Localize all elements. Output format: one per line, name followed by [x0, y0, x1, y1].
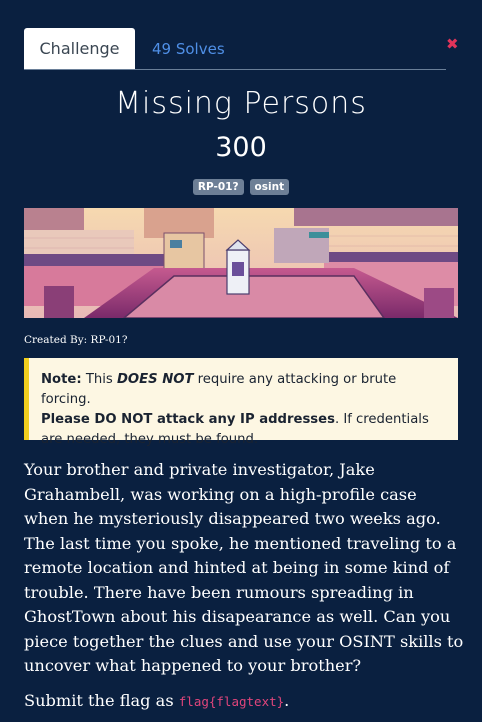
note-emphasis: DOES NOT — [116, 372, 194, 387]
tag-list: RP-01? osint — [0, 179, 482, 195]
close-icon[interactable]: ✖ — [446, 37, 459, 52]
tab-solves[interactable]: 49 Solves — [152, 40, 225, 58]
challenge-title: Missing Persons — [115, 86, 367, 121]
tag-category: osint — [249, 179, 290, 195]
submit-prefix: Submit the flag as — [24, 691, 179, 710]
challenge-modal: Challenge 49 Solves ✖ Missing Persons 30… — [0, 0, 482, 722]
challenge-description: Your brother and private investigator, J… — [24, 460, 464, 675]
tab-challenge[interactable]: Challenge — [24, 28, 135, 69]
flag-format: flag{flagtext} — [178, 694, 285, 709]
tag-author: RP-01? — [192, 179, 244, 195]
note-warning: Please DO NOT attack any IP addresses — [41, 412, 335, 427]
note-callout: Note: This DOES NOT require any attackin… — [24, 358, 458, 447]
submit-instructions: Submit the flag as flag{flagtext}. — [24, 691, 289, 710]
submit-suffix: . — [284, 691, 290, 710]
created-by: Created By: RP-01? — [24, 334, 128, 346]
challenge-points: 300 — [215, 132, 267, 163]
note-label: Note: — [41, 372, 82, 387]
challenge-banner-image — [24, 208, 458, 318]
note-text-1: This — [81, 372, 117, 387]
tab-bar: Challenge 49 Solves — [24, 28, 446, 70]
